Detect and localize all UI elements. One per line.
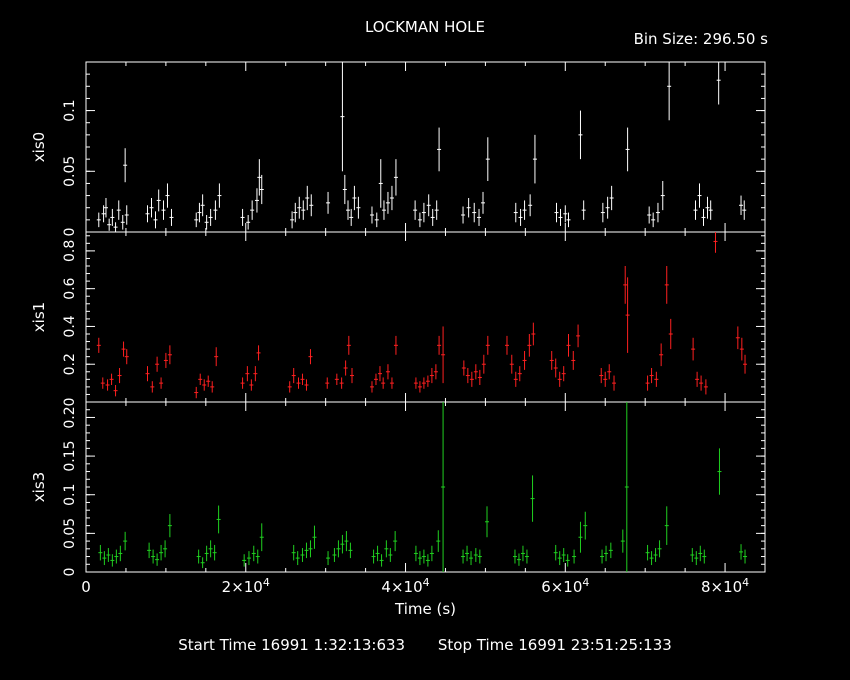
xis0-ytick-label: 0.05 (62, 156, 78, 187)
xis1-ytick-label: 0.4 (62, 315, 78, 337)
xis3-ytick-label: 0.2 (62, 406, 78, 428)
xis0-ytick-label: 0 (62, 228, 78, 237)
xis3-ytick-label: 0 (62, 568, 78, 577)
xis3-ytick-label: 0.05 (62, 518, 78, 549)
xis1-axis-label: xis1 (30, 302, 48, 332)
xis1-ytick-label: 0.8 (62, 240, 78, 262)
xis0-ytick-label: 0.1 (62, 99, 78, 121)
x-axis-label: Time (s) (394, 600, 456, 618)
xtick-label: 4×104 (381, 576, 429, 596)
xtick-label: 0 (81, 578, 91, 596)
start-time-label: Start Time 16991 1:32:13:633 (178, 636, 406, 654)
light-curve-chart: 00.050.1xis000.20.40.60.8xis100.050.10.1… (30, 61, 766, 618)
xis1-ytick-label: 0.6 (62, 277, 78, 299)
xtick-label: 8×104 (701, 576, 749, 596)
time-range-footer: Start Time 16991 1:32:13:633 Stop Time 1… (0, 636, 850, 654)
stop-time-label: Stop Time 16991 23:51:25:133 (437, 636, 672, 654)
xis3-ytick-label: 0.15 (62, 441, 78, 472)
xis1-ytick-label: 0 (62, 398, 78, 407)
xtick-label: 2×104 (222, 576, 270, 596)
xis3-ytick-label: 0.1 (62, 484, 78, 506)
xis3-axis-label: xis3 (30, 472, 48, 502)
xis1-panel-frame (85, 231, 766, 403)
xis3-panel-frame (85, 401, 766, 573)
xis1-ytick-label: 0.2 (62, 353, 78, 375)
xtick-label: 6×104 (541, 576, 589, 596)
xis0-axis-label: xis0 (30, 132, 48, 162)
